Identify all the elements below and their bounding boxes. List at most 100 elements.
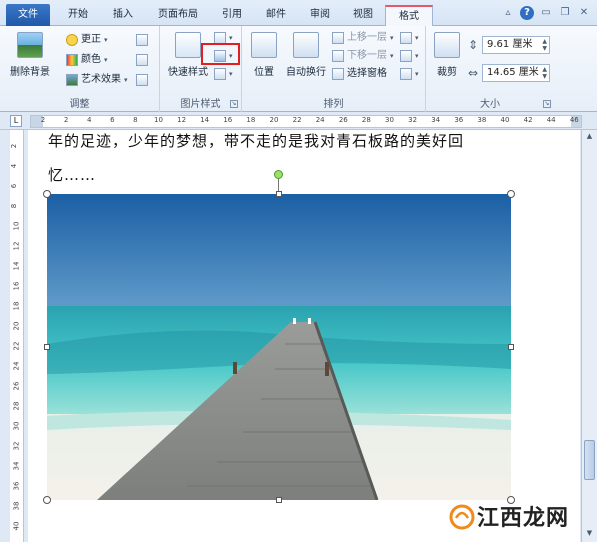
compress-pictures-button[interactable] xyxy=(136,32,148,48)
chevron-down-icon: ▾ xyxy=(124,76,128,84)
ruler-tick-label: 8 xyxy=(10,203,19,209)
document-text-line[interactable]: 年的足迹，少年的梦想，带不走的是我对青石板路的美好回 xyxy=(48,130,464,151)
minimize-ribbon-icon[interactable]: ▵ xyxy=(501,6,515,20)
remove-background-button[interactable]: 删除背景 xyxy=(8,32,52,78)
resize-handle[interactable] xyxy=(43,190,51,198)
vertical-scrollbar[interactable]: ▲ ▼ xyxy=(581,130,597,542)
wrap-text-button[interactable]: 自动换行 xyxy=(282,32,330,78)
send-backward-button[interactable]: 下移一层 ▾ xyxy=(332,48,394,64)
tab-view[interactable]: 视图 xyxy=(343,5,383,26)
horizontal-ruler[interactable]: 2 2 4 6 8 10 12 14 16 18 20 22 24 26 28 30 32 34 36 38 40 42 4… xyxy=(30,115,582,128)
wrap-text-label: 自动换行 xyxy=(286,67,326,78)
ruler-tick-label: 20 xyxy=(12,321,21,331)
chevron-down-icon: ▾ xyxy=(229,70,233,78)
chevron-down-icon: ▾ xyxy=(390,52,394,60)
ribbon: 删除背景 更正 ▾ 颜色 ▾ 艺术效果 ▾ 调整 快速样式 ▾ ▾ ▾ 图片样式… xyxy=(0,26,597,112)
spinner-icon[interactable]: ▲ ▼ xyxy=(542,38,547,52)
window-restore-icon[interactable]: ❐ xyxy=(558,6,572,20)
vertical-ruler[interactable]: 2 4 6 8 10 12 14 16 18 20 22 24 26 28 30 32 34 36 38 40 xyxy=(10,130,24,542)
color-palette-icon xyxy=(66,54,78,66)
scroll-up-icon[interactable]: ▲ xyxy=(584,132,595,143)
ruler-tick-label: 24 xyxy=(315,116,325,124)
corrections-button[interactable]: 更正 ▾ xyxy=(66,32,108,48)
group-size: 裁剪 ⇕ 9.61 厘米 ▲ ▼ ⇔ 14.65 厘米 ▲ ▼ 大小 ↘ xyxy=(426,26,554,112)
dialog-launcher-icon[interactable]: ↘ xyxy=(543,100,551,108)
scrollbar-thumb[interactable] xyxy=(584,440,595,480)
tab-page-layout[interactable]: 页面布局 xyxy=(148,5,208,26)
red-highlight-box xyxy=(201,43,240,65)
resize-handle[interactable] xyxy=(44,344,50,350)
ruler-tick-label: 38 xyxy=(477,116,487,124)
ruler-tick-label: 12 xyxy=(12,241,21,251)
tab-references[interactable]: 引用 xyxy=(212,5,252,26)
group-label-picture-styles: 图片样式 xyxy=(180,99,221,110)
artistic-effects-label: 艺术效果 xyxy=(81,74,121,85)
tab-review[interactable]: 审阅 xyxy=(300,5,340,26)
quick-styles-icon xyxy=(175,32,201,58)
document-page[interactable]: 年的足迹，少年的梦想，带不走的是我对青石板路的美好回 忆…… xyxy=(28,130,580,542)
tab-format[interactable]: 格式 xyxy=(385,5,433,26)
resize-handle[interactable] xyxy=(507,190,515,198)
artistic-effects-button[interactable]: 艺术效果 ▾ xyxy=(66,72,128,88)
ruler-tick-label: 22 xyxy=(12,341,21,351)
dialog-launcher-icon[interactable]: ↘ xyxy=(230,100,238,108)
change-picture-button[interactable] xyxy=(136,52,148,68)
watermark-text: 江西龙网 xyxy=(476,506,569,531)
width-field[interactable]: 14.65 厘米 ▲ ▼ xyxy=(482,64,550,82)
chevron-down-icon: ▾ xyxy=(415,34,419,42)
beach-pier-picture[interactable] xyxy=(47,194,511,500)
chevron-down-icon: ▾ xyxy=(415,52,419,60)
ruler-tick-label: 16 xyxy=(223,116,233,124)
group-label-adjust: 调整 xyxy=(69,99,90,110)
ruler-tick-label: 4 xyxy=(86,116,92,124)
ruler-tick-label: 16 xyxy=(12,281,21,291)
watermark-icon xyxy=(449,504,475,530)
tab-selector-button[interactable]: L xyxy=(10,115,22,127)
ruler-tick-label: 38 xyxy=(12,501,21,511)
ruler-tick-label: 18 xyxy=(12,301,21,311)
position-button[interactable]: 位置 xyxy=(248,32,280,78)
resize-handle[interactable] xyxy=(43,496,51,504)
ruler-tick-label: 40 xyxy=(12,521,21,531)
ruler-tick-label: 26 xyxy=(12,381,21,391)
document-text-line[interactable]: 忆…… xyxy=(48,164,96,185)
tab-mailings[interactable]: 邮件 xyxy=(256,5,296,26)
rotate-button[interactable]: ▾ xyxy=(400,66,419,82)
help-icon[interactable]: ? xyxy=(520,6,534,20)
rotation-handle[interactable] xyxy=(274,170,283,179)
height-icon: ⇕ xyxy=(468,38,479,52)
selection-pane-button[interactable]: 选择窗格 xyxy=(332,66,387,82)
reset-picture-icon xyxy=(136,74,148,86)
picture-layout-button[interactable]: ▾ xyxy=(214,66,233,82)
window-minimize-icon[interactable]: ▭ xyxy=(539,6,553,20)
ruler-tick-label: 40 xyxy=(500,116,510,124)
height-field[interactable]: 9.61 厘米 ▲ ▼ xyxy=(482,36,550,54)
quick-styles-label: 快速样式 xyxy=(168,67,208,78)
bring-forward-button[interactable]: 上移一层 ▾ xyxy=(332,30,394,46)
scroll-down-icon[interactable]: ▼ xyxy=(584,529,595,540)
ruler-tick-label: 28 xyxy=(361,116,371,124)
ruler-tick-label: 2 xyxy=(10,143,19,149)
spinner-icon[interactable]: ▲ ▼ xyxy=(542,66,547,80)
group-objects-button[interactable]: ▾ xyxy=(400,48,419,64)
tab-file[interactable]: 文件 xyxy=(6,4,50,26)
reset-picture-button[interactable] xyxy=(136,72,148,88)
selection-pane-label: 选择窗格 xyxy=(347,68,387,79)
send-backward-icon xyxy=(332,50,344,62)
tab-home[interactable]: 开始 xyxy=(58,5,98,26)
ruler-tick-label: 6 xyxy=(110,116,115,124)
ruler-tick-label: 30 xyxy=(12,421,21,431)
color-button[interactable]: 颜色 ▾ xyxy=(66,52,108,68)
tab-insert[interactable]: 插入 xyxy=(103,5,143,26)
align-button[interactable]: ▾ xyxy=(400,30,419,46)
ruler-tick-label: 28 xyxy=(12,401,21,411)
resize-handle[interactable] xyxy=(508,344,514,350)
resize-handle[interactable] xyxy=(276,497,282,503)
crop-button[interactable]: 裁剪 xyxy=(432,32,462,78)
corrections-label: 更正 xyxy=(81,34,101,45)
close-icon[interactable]: ✕ xyxy=(577,6,591,20)
resize-handle[interactable] xyxy=(276,191,282,197)
ruler-tick-label: 26 xyxy=(338,116,348,124)
crop-icon xyxy=(434,32,460,58)
window-controls: ▵ ? ▭ ❐ ✕ xyxy=(501,5,591,21)
